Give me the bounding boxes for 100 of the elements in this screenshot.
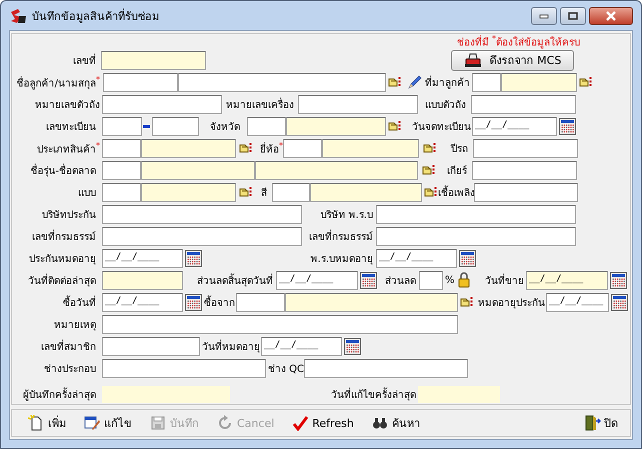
text-field[interactable] [283, 138, 322, 158]
text-field[interactable] [474, 182, 578, 202]
field-label: หมายเหตุ [53, 318, 96, 332]
text-field[interactable] [272, 182, 310, 202]
date-field[interactable]: __/__/____ [526, 270, 608, 290]
field-label: วันที่ขาย [484, 272, 524, 288]
calendar-icon[interactable] [344, 338, 361, 355]
calendar-icon[interactable] [559, 118, 576, 135]
text-field[interactable] [102, 226, 302, 246]
toolbar-button[interactable]: Refresh [290, 413, 356, 433]
text-field[interactable] [152, 116, 199, 136]
text-field[interactable] [102, 116, 142, 136]
field-label: วันที่ติดต่อล่าสุด [27, 272, 96, 288]
text-field[interactable] [102, 270, 183, 290]
calendar-icon[interactable] [185, 250, 202, 267]
text-field[interactable] [102, 358, 266, 378]
toolbar-button[interactable]: เพิ่ม [26, 413, 68, 433]
field-label: เกียร์ [446, 164, 467, 178]
calendar-icon[interactable] [610, 272, 627, 289]
field-label: ช่าง QC [268, 362, 301, 376]
maximize-button[interactable] [560, 6, 586, 24]
field-label: เลขที่สมาชิก [40, 338, 96, 354]
text-field[interactable] [102, 138, 141, 158]
pencil-icon[interactable] [407, 74, 422, 90]
field-label: วันจดทะเบียน [411, 120, 471, 134]
text-field[interactable] [472, 160, 577, 180]
close-icon [605, 10, 617, 20]
calendar-icon[interactable] [459, 250, 476, 267]
text-field[interactable] [255, 160, 418, 180]
lock-icon[interactable] [457, 272, 471, 288]
text-field[interactable] [286, 116, 386, 136]
field-label: ผู้บันทึกครั้งล่าสุด [22, 386, 96, 402]
field-label: สี [260, 186, 267, 200]
text-field[interactable] [472, 72, 501, 92]
text-field[interactable] [141, 182, 236, 202]
text-field[interactable] [102, 182, 141, 202]
calendar-icon[interactable] [360, 272, 377, 289]
date-field[interactable]: __/__/____ [276, 270, 358, 290]
text-field[interactable] [471, 94, 576, 114]
text-field[interactable] [141, 138, 236, 158]
text-field[interactable] [247, 116, 286, 136]
minimize-button[interactable] [531, 6, 557, 24]
close-button[interactable] [589, 6, 633, 24]
pull-data-button[interactable]: ดึงรถจาก MCS [451, 50, 574, 71]
field-label: ประเภทสินค้า$^{*}$ [36, 140, 100, 156]
text-field[interactable] [473, 138, 578, 158]
text-field[interactable] [376, 204, 576, 224]
field-label: วันที่หมดอายุ [202, 338, 259, 354]
text-field[interactable] [178, 72, 386, 92]
date-field[interactable]: __/__/____ [102, 292, 183, 312]
field-label: ส่วนลด [384, 274, 416, 288]
field-label: ชื่อรุ่น-ชื่อตลาด [29, 162, 96, 178]
field-label: ที่มาลูกค้า [424, 74, 470, 90]
text-field[interactable] [419, 270, 443, 290]
date-field[interactable]: __/__/____ [261, 336, 342, 356]
calendar-icon[interactable] [185, 294, 202, 311]
text-field[interactable] [102, 160, 141, 180]
field-label: หมายเลขตัวถัง [34, 98, 100, 112]
field-label: ช่างประกอบ [43, 362, 96, 376]
text-field[interactable] [236, 292, 285, 312]
field-label: จังหวัด [209, 120, 240, 134]
edit-icon [84, 415, 101, 431]
date-field[interactable]: __/__/____ [472, 116, 557, 136]
text-field[interactable] [102, 94, 222, 114]
text-field[interactable] [102, 314, 458, 334]
text-field[interactable] [102, 204, 302, 224]
date-field[interactable]: __/__/____ [102, 248, 183, 268]
minimize-icon [539, 12, 549, 18]
text-field[interactable] [322, 138, 419, 158]
field-label: พ.ร.บหมดอายุ [310, 252, 373, 266]
text-field[interactable] [101, 50, 206, 70]
maximize-icon [568, 12, 578, 20]
calendar-icon[interactable] [611, 294, 628, 311]
text-field[interactable] [102, 336, 200, 356]
text-field[interactable] [310, 182, 422, 202]
field-label: ซื้อวันที่ [62, 294, 96, 310]
field-label: เลขทะเบียน [45, 120, 96, 134]
toolbar-button[interactable]: แก้ไข [82, 413, 134, 433]
text-field[interactable] [141, 160, 255, 180]
field-label: บริษัทประกัน [41, 208, 96, 222]
field-label: ยี่ห้อ$^{*}$ [259, 140, 283, 156]
search-icon [372, 415, 389, 431]
field-label: วันที่แก้ไขครั้งล่าสุด [330, 386, 416, 402]
date-field[interactable]: __/__/____ [546, 292, 609, 312]
exit-door-icon [584, 415, 601, 431]
window-title: บันทึกข้อมูลสินค้าที่รับซ่อม [32, 8, 160, 24]
date-field[interactable]: __/__/____ [376, 248, 457, 268]
text-field[interactable] [304, 358, 468, 378]
field-label: แบบตัวถัง [424, 98, 466, 112]
field-label: แบบ [77, 186, 96, 200]
field-label: บริษัท พ.ร.บ [319, 208, 373, 222]
toolbar-button[interactable]: ปิด [582, 413, 620, 433]
field-label: % [445, 274, 454, 286]
toolbar-button[interactable]: ค้นหา [370, 413, 422, 433]
text-field[interactable] [501, 72, 577, 92]
text-field[interactable] [298, 94, 418, 114]
text-field[interactable] [285, 292, 458, 312]
field-label: ซื้อจาก [204, 294, 234, 310]
text-field[interactable] [376, 226, 576, 246]
text-field[interactable] [103, 72, 178, 92]
